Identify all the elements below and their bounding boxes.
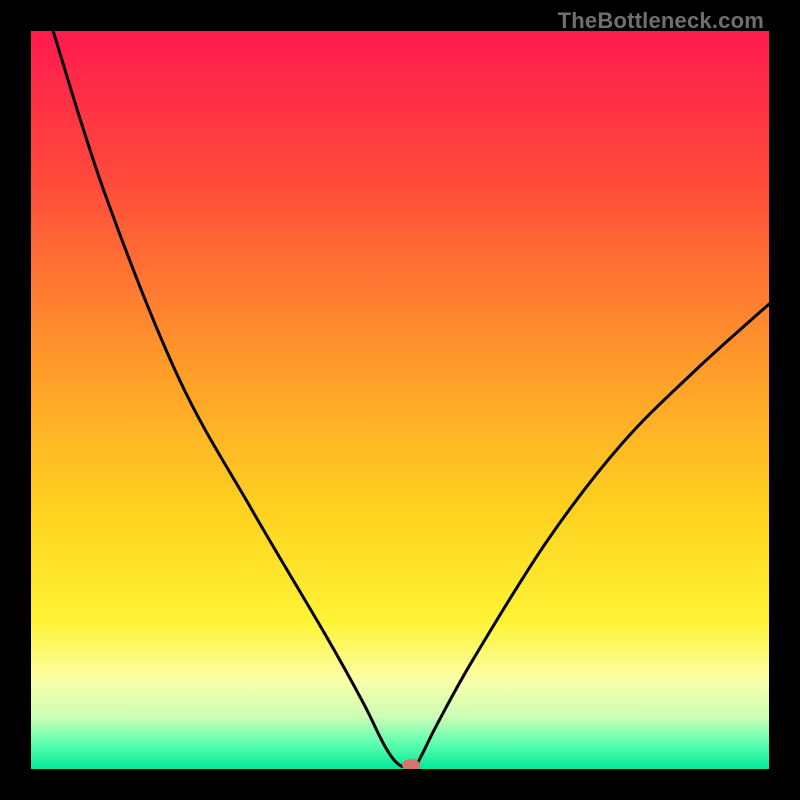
chart-svg — [31, 31, 769, 769]
gradient-background — [31, 31, 769, 769]
chart-frame: TheBottleneck.com — [0, 0, 800, 800]
plot-area — [31, 31, 769, 769]
